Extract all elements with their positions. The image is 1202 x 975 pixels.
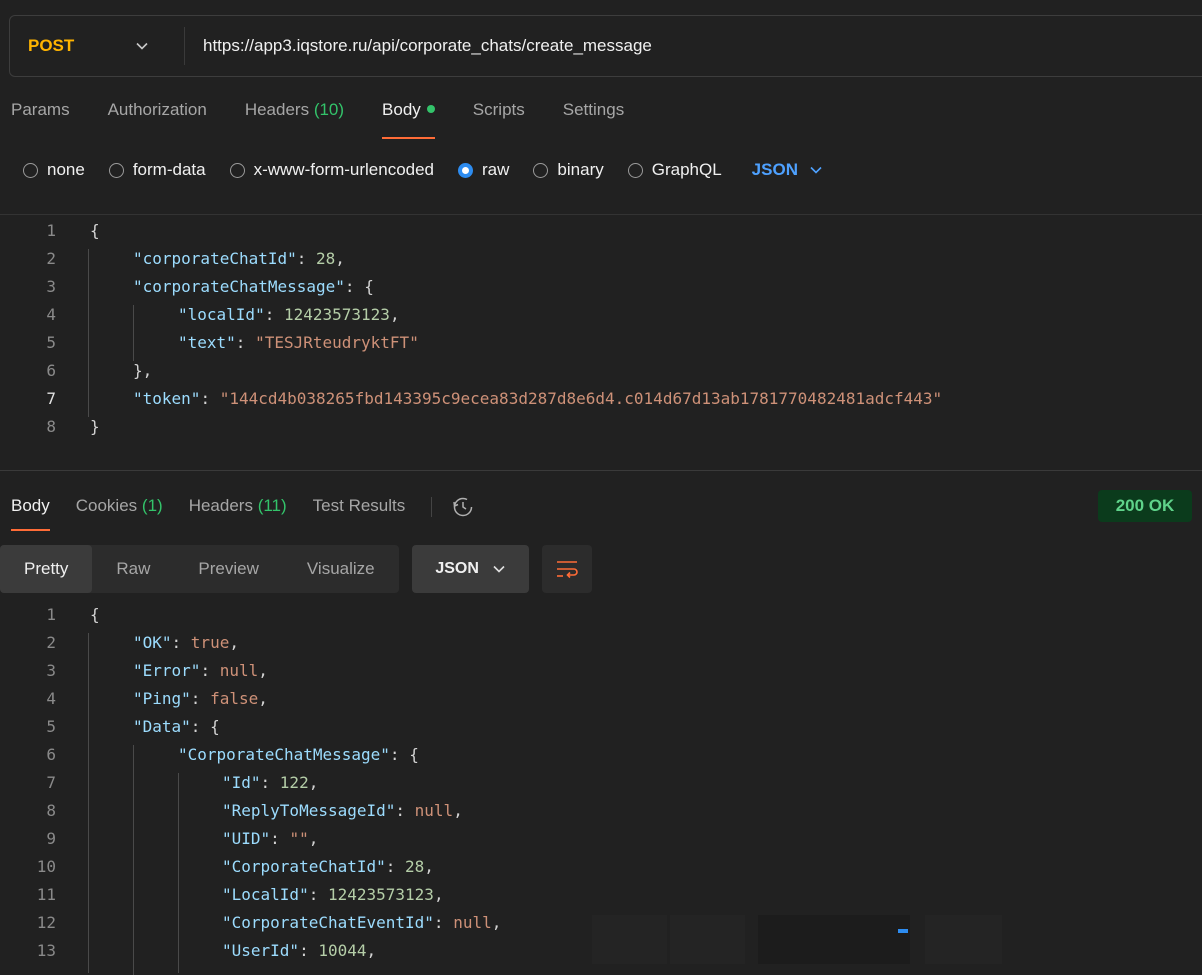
code-line: 7 "token": "144cd4b038265fbd143395c9ecea8… bbox=[46, 389, 943, 408]
pane-divider[interactable] bbox=[0, 470, 1202, 471]
wrap-lines-icon[interactable] bbox=[541, 545, 592, 593]
code-line: 11 "LocalId": 12423573123, bbox=[36, 885, 444, 904]
thumbnail[interactable] bbox=[670, 915, 745, 964]
request-tabs: Params Authorization Headers (10) Body S… bbox=[11, 100, 662, 140]
raw-language-label: JSON bbox=[751, 160, 798, 179]
radio-icon bbox=[23, 162, 38, 178]
response-tab-cookies-label: Cookies bbox=[75, 496, 138, 515]
request-body-editor[interactable]: 1{ 2 "corporateChatId": 28, 3 "corporateCh… bbox=[0, 217, 1202, 467]
body-type-binary-label: binary bbox=[557, 160, 604, 179]
request-url-bar: POST https://app3.iqstore.ru/api/corpora… bbox=[9, 15, 1202, 77]
response-tab-headers-label: Headers bbox=[188, 496, 253, 515]
tab-headers-label: Headers bbox=[244, 100, 310, 119]
history-icon[interactable] bbox=[450, 494, 476, 520]
code-line: 8 "ReplyToMessageId": null, bbox=[46, 801, 463, 820]
code-line: 5 "Data": { bbox=[46, 717, 220, 736]
tab-authorization-label: Authorization bbox=[107, 100, 207, 119]
response-tab-test-results[interactable]: Test Results bbox=[313, 492, 406, 532]
response-body-viewer[interactable]: 1{ 2 "OK": true, 3 "Error": null, 4 "Ping":… bbox=[0, 601, 1202, 975]
tab-params[interactable]: Params bbox=[11, 100, 70, 140]
code-line: 3 "Error": null, bbox=[46, 661, 268, 680]
code-line: 6 "CorporateChatMessage": { bbox=[46, 745, 419, 764]
body-type-urlencoded[interactable]: x-www-form-urlencoded bbox=[229, 160, 435, 180]
view-raw-button[interactable]: Raw bbox=[92, 545, 174, 593]
view-visualize-button[interactable]: Visualize bbox=[283, 545, 399, 593]
code-line: 4 "localId": 12423573123, bbox=[46, 305, 400, 324]
view-mode-segmented: Pretty Raw Preview Visualize bbox=[0, 545, 399, 593]
tab-settings-label: Settings bbox=[562, 100, 625, 119]
method-selector[interactable]: POST bbox=[10, 27, 185, 65]
thumbnail-strip bbox=[592, 915, 1002, 964]
tab-scripts[interactable]: Scripts bbox=[473, 100, 525, 140]
body-type-urlencoded-label: x-www-form-urlencoded bbox=[253, 160, 435, 179]
body-type-raw[interactable]: raw bbox=[458, 160, 509, 180]
tab-scripts-label: Scripts bbox=[472, 100, 525, 119]
code-line: 1{ bbox=[46, 605, 100, 624]
code-line: 7 "Id": 122, bbox=[46, 773, 319, 792]
body-type-selector: none form-data x-www-form-urlencoded raw… bbox=[23, 160, 822, 180]
tab-body-label: Body bbox=[382, 100, 421, 119]
response-view-toolbar: Pretty Raw Preview Visualize JSON bbox=[0, 545, 592, 593]
tab-body[interactable]: Body bbox=[382, 100, 435, 140]
thumbnail[interactable] bbox=[758, 915, 910, 964]
code-line: 5 "text": "TESJRteudryktFT" bbox=[46, 333, 419, 352]
tab-authorization[interactable]: Authorization bbox=[108, 100, 207, 140]
code-line: 9 "UID": "", bbox=[46, 829, 319, 848]
url-input[interactable]: https://app3.iqstore.ru/api/corporate_ch… bbox=[185, 36, 652, 56]
body-type-graphql[interactable]: GraphQL bbox=[627, 160, 722, 180]
radio-icon bbox=[627, 162, 643, 178]
body-type-graphql-label: GraphQL bbox=[651, 160, 722, 179]
tab-params-label: Params bbox=[11, 100, 70, 119]
tab-settings[interactable]: Settings bbox=[563, 100, 624, 140]
body-type-none[interactable]: none bbox=[23, 160, 85, 180]
response-tab-cookies[interactable]: Cookies (1) bbox=[76, 492, 163, 532]
chevron-down-icon bbox=[136, 42, 148, 50]
headers-count: (10) bbox=[313, 100, 345, 119]
code-line: 10 "CorporateChatId": 28, bbox=[36, 857, 434, 876]
code-line: 8} bbox=[46, 417, 100, 436]
raw-language-select[interactable]: JSON bbox=[752, 160, 822, 180]
response-tab-test-results-label: Test Results bbox=[312, 496, 406, 515]
divider bbox=[0, 214, 1202, 215]
response-headers-count: (11) bbox=[257, 496, 287, 515]
radio-icon bbox=[533, 162, 549, 178]
chevron-down-icon bbox=[810, 166, 822, 174]
code-line: 1{ bbox=[46, 221, 100, 240]
code-line: 2 "corporateChatId": 28, bbox=[46, 249, 345, 268]
body-type-none-label: none bbox=[47, 160, 85, 179]
radio-icon bbox=[229, 162, 245, 178]
cookies-count: (1) bbox=[141, 496, 163, 515]
divider bbox=[431, 497, 433, 517]
code-line: 4 "Ping": false, bbox=[46, 689, 268, 708]
code-line: 3 "corporateChatMessage": { bbox=[46, 277, 374, 296]
body-type-form-data-label: form-data bbox=[132, 160, 206, 179]
code-line: 6}, bbox=[46, 361, 153, 380]
code-line: 2 "OK": true, bbox=[46, 633, 239, 652]
response-tabs: Body Cookies (1) Headers (11) Test Resul… bbox=[11, 492, 476, 532]
body-type-binary[interactable]: binary bbox=[533, 160, 604, 180]
response-format-select[interactable]: JSON bbox=[411, 545, 529, 593]
radio-checked-icon bbox=[458, 162, 474, 178]
method-label: POST bbox=[28, 36, 75, 55]
chevron-down-icon bbox=[493, 565, 505, 573]
response-tab-body-label: Body bbox=[11, 496, 50, 515]
response-format-label: JSON bbox=[435, 560, 479, 577]
tab-headers[interactable]: Headers (10) bbox=[245, 100, 344, 140]
view-preview-button[interactable]: Preview bbox=[174, 545, 282, 593]
thumbnail[interactable] bbox=[925, 915, 1002, 964]
view-pretty-button[interactable]: Pretty bbox=[0, 545, 93, 593]
body-type-raw-label: raw bbox=[482, 160, 510, 179]
thumbnail[interactable] bbox=[592, 915, 667, 964]
status-badge: 200 OK bbox=[1098, 490, 1192, 522]
body-type-form-data[interactable]: form-data bbox=[108, 160, 206, 180]
body-indicator-dot-icon bbox=[426, 104, 435, 113]
response-tab-headers[interactable]: Headers (11) bbox=[189, 492, 287, 532]
response-tab-body[interactable]: Body bbox=[11, 492, 50, 532]
radio-icon bbox=[108, 162, 124, 178]
